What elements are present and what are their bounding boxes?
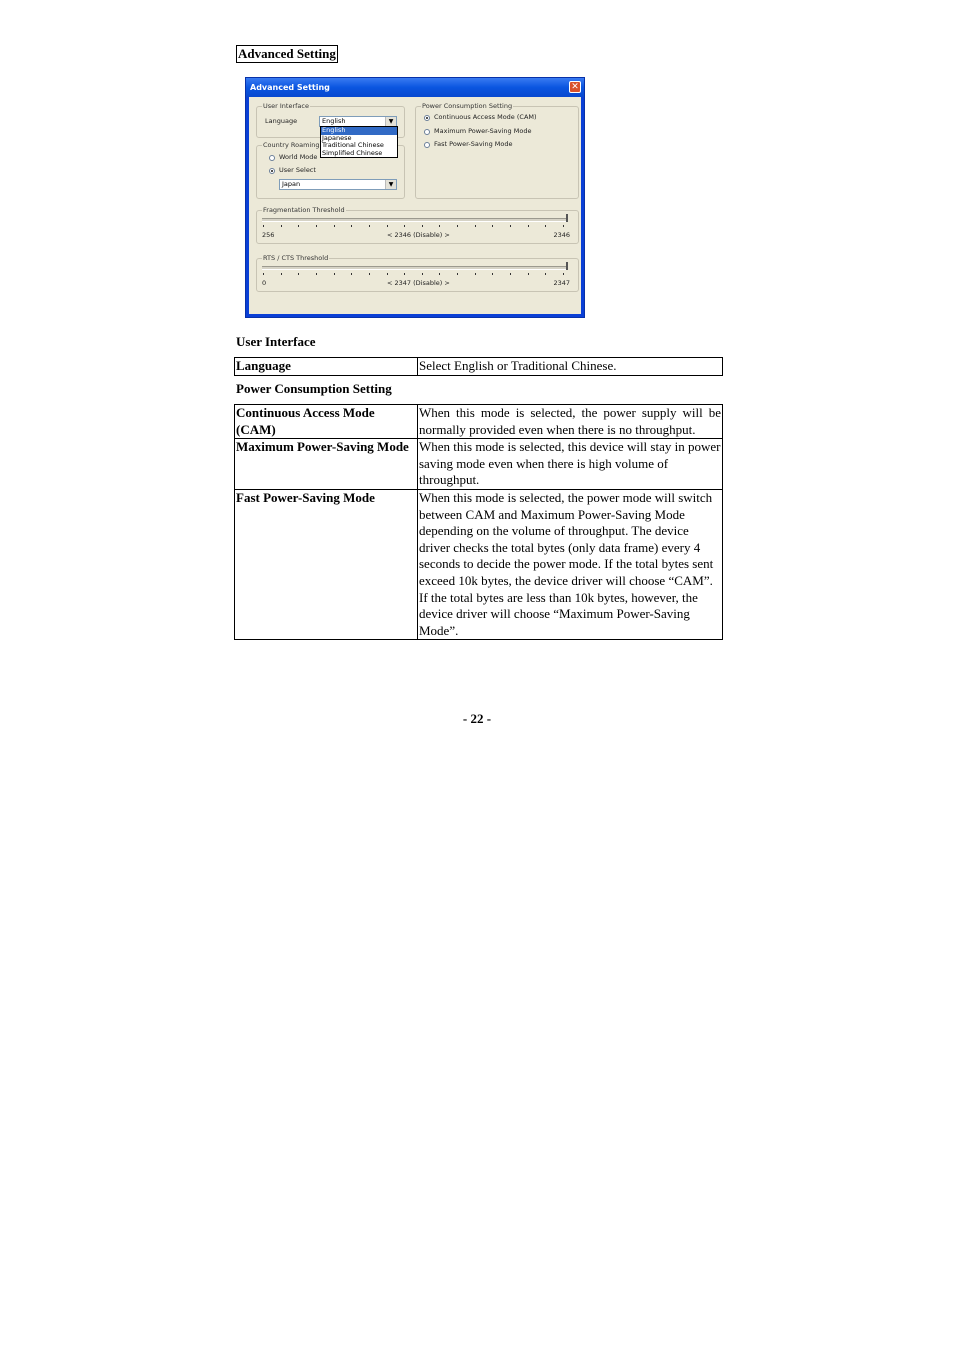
user-interface-table: Language Select English or Traditional C…: [234, 357, 723, 376]
slider-tick: [351, 273, 352, 275]
slider-tick: [439, 225, 440, 227]
slider-tick: [545, 225, 546, 227]
dropdown-option-simplified-chinese[interactable]: Simplified Chinese: [321, 149, 397, 158]
slider-tick: [334, 273, 335, 275]
slider-tick: [510, 225, 511, 227]
rts-cts-slider-track[interactable]: [262, 266, 568, 270]
slider-tick: [545, 273, 546, 275]
advanced-setting-dialog: Advanced Setting ✕ User Interface Langua…: [245, 77, 585, 318]
slider-tick: [263, 273, 264, 275]
fragmentation-slider-track[interactable]: [262, 218, 568, 222]
cam-radio[interactable]: [424, 115, 430, 121]
rts-cts-max-label: 2347: [553, 279, 570, 287]
fragmentation-current-value: < 2346 (Disable) >: [387, 231, 450, 239]
page-number: - 22 -: [462, 711, 492, 726]
max-power-saving-label: Maximum Power-Saving Mode: [434, 127, 532, 135]
rts-cts-min-label: 0: [262, 279, 267, 287]
slider-tick: [263, 225, 264, 227]
dialog-title: Advanced Setting: [250, 83, 330, 92]
user-interface-section-title: User Interface: [236, 334, 316, 349]
chevron-down-icon[interactable]: ▼: [385, 117, 396, 126]
rts-cts-slider-ticks: [263, 273, 564, 276]
slider-tick: [316, 225, 317, 227]
power-consumption-group-label: Power Consumption Setting: [421, 101, 514, 111]
max-power-saving-radio[interactable]: [424, 129, 430, 135]
power-consumption-group: Power Consumption Setting Continuous Acc…: [415, 101, 579, 199]
rts-cts-current-value: < 2347 (Disable) >: [387, 279, 450, 287]
slider-tick: [281, 273, 282, 275]
slider-tick: [422, 225, 423, 227]
close-icon[interactable]: ✕: [569, 81, 581, 93]
language-dropdown-list: English Japanese Traditional Chinese Sim…: [320, 126, 398, 158]
table-value: Select English or Traditional Chinese.: [417, 357, 723, 376]
slider-tick: [369, 225, 370, 227]
slider-tick: [563, 225, 564, 227]
slider-tick: [334, 225, 335, 227]
slider-tick: [281, 225, 282, 227]
user-select-radio[interactable]: [269, 168, 275, 174]
slider-tick: [316, 273, 317, 275]
fragmentation-threshold-group: Fragmentation Threshold 256 < 2346 (Disa…: [256, 205, 579, 244]
language-label: Language: [265, 117, 298, 125]
dialog-client-area: User Interface Language English ▼ Englis…: [249, 97, 581, 314]
table-value: When this mode is selected, the power mo…: [417, 488, 723, 641]
slider-tick: [528, 273, 529, 275]
dialog-titlebar[interactable]: Advanced Setting ✕: [246, 78, 584, 97]
world-mode-label: World Mode: [279, 153, 318, 161]
chevron-down-icon[interactable]: ▼: [385, 180, 396, 189]
slider-tick: [387, 225, 388, 227]
table-key: Fast Power-Saving Mode: [234, 488, 418, 641]
slider-tick: [492, 225, 493, 227]
slider-tick: [387, 273, 388, 275]
fragmentation-slider-thumb[interactable]: [566, 214, 568, 222]
slider-tick: [475, 225, 476, 227]
table-key: Maximum Power-Saving Mode: [234, 438, 418, 490]
slider-tick: [404, 273, 405, 275]
slider-tick: [298, 273, 299, 275]
table-key: Continuous Access Mode (CAM): [234, 403, 418, 440]
country-select[interactable]: Japan ▼: [279, 179, 397, 190]
world-mode-radio[interactable]: [269, 155, 275, 161]
user-interface-group-label: User Interface: [262, 101, 310, 111]
fast-power-saving-radio[interactable]: [424, 142, 430, 148]
power-section-title: Power Consumption Setting: [236, 381, 392, 396]
slider-tick: [457, 225, 458, 227]
table-row: Fast Power-Saving Mode When this mode is…: [234, 488, 723, 641]
rts-cts-threshold-group: RTS / CTS Threshold 0 < 2347 (Disable) >…: [256, 253, 579, 292]
slider-tick: [457, 273, 458, 275]
slider-tick: [298, 225, 299, 227]
slider-tick: [528, 225, 529, 227]
slider-tick: [369, 273, 370, 275]
table-row: Language Select English or Traditional C…: [234, 357, 723, 376]
slider-tick: [351, 225, 352, 227]
rts-cts-slider-thumb[interactable]: [566, 262, 568, 270]
slider-tick: [439, 273, 440, 275]
table-value: When this mode is selected, the power su…: [417, 403, 723, 440]
fragmentation-slider-ticks: [263, 225, 564, 228]
doc-heading-advanced-setting: Advanced Setting: [236, 45, 338, 63]
table-key: Language: [234, 357, 418, 376]
slider-tick: [510, 273, 511, 275]
fragmentation-threshold-label: Fragmentation Threshold: [262, 205, 346, 215]
cam-label: Continuous Access Mode (CAM): [434, 113, 537, 121]
rts-cts-threshold-label: RTS / CTS Threshold: [262, 253, 330, 263]
power-consumption-table: Continuous Access Mode (CAM) When this m…: [234, 403, 723, 641]
table-value: When this mode is selected, this device …: [417, 438, 723, 490]
slider-tick: [404, 225, 405, 227]
slider-tick: [475, 273, 476, 275]
table-row: Continuous Access Mode (CAM) When this m…: [234, 403, 723, 440]
slider-tick: [422, 273, 423, 275]
country-roaming-group-label: Country Roaming: [262, 140, 321, 150]
fragmentation-min-label: 256: [262, 231, 275, 239]
language-select-value: English: [322, 117, 346, 125]
fast-power-saving-label: Fast Power-Saving Mode: [434, 140, 513, 148]
slider-tick: [563, 273, 564, 275]
country-select-value: Japan: [282, 180, 301, 188]
slider-tick: [492, 273, 493, 275]
fragmentation-max-label: 2346: [553, 231, 570, 239]
table-row: Maximum Power-Saving Mode When this mode…: [234, 438, 723, 490]
user-select-label: User Select: [279, 166, 316, 174]
